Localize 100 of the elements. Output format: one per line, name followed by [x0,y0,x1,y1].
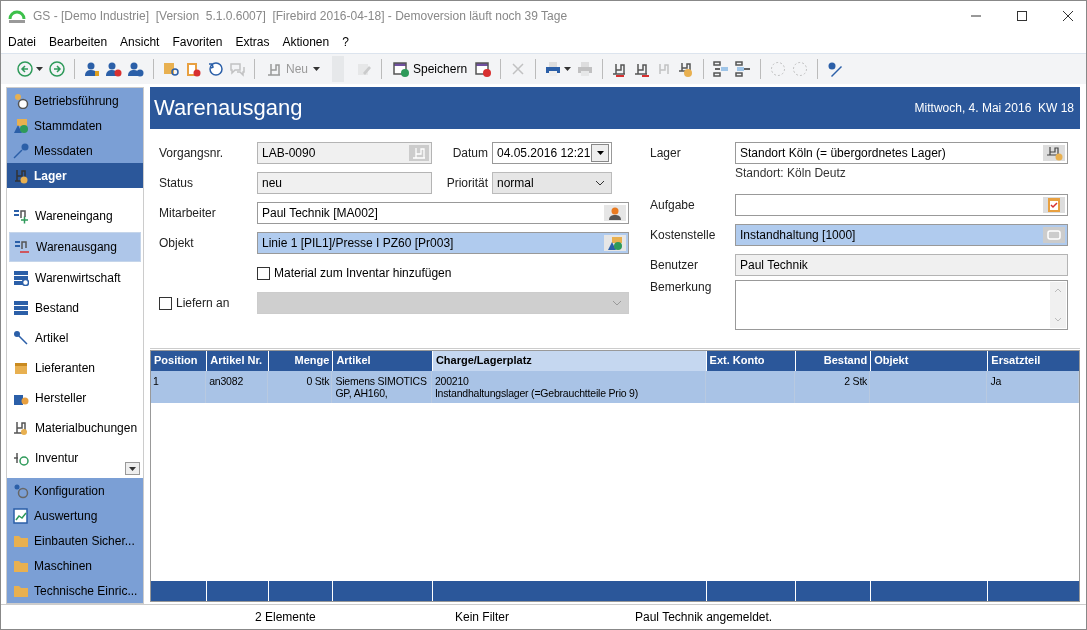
sidebar-item-label: Hersteller [35,391,87,405]
table-cell: 2 Stk [844,375,868,387]
column-header[interactable]: Ext. Konto [706,351,796,371]
maximize-icon[interactable] [1016,10,1028,22]
menu-item[interactable]: Favoriten [172,35,223,49]
clipboard-check-icon[interactable] [1043,197,1065,213]
sidebar-item-label: Materialbuchungen [35,421,138,435]
user-key-icon[interactable] [84,61,100,77]
status-text: Paul Technik angemeldet. [635,610,773,624]
chart-icon [13,507,29,524]
sidebar-item[interactable]: Artikel [9,324,141,352]
input-field[interactable]: Paul Technik [735,254,1068,276]
sidebar-group[interactable]: Konfiguration [7,478,143,503]
hand-truck-icon[interactable] [634,61,651,77]
sidebar-group[interactable]: Messdaten [7,138,143,163]
column-header[interactable]: Menge [269,351,333,371]
toolbar-button[interactable]: Speichern [391,59,470,79]
sidebar-item-label: Wareneingang [35,209,113,223]
sidebar-item[interactable]: Warenwirtschaft [9,264,141,292]
sidebar-item[interactable]: Lieferanten [9,354,141,382]
sidebar-group[interactable]: Technische Einric... [7,578,143,603]
column-header[interactable]: Position [151,351,207,371]
header-date: Mittwoch, 4. Mai 2016 KW 18 [914,101,1074,115]
shapes-icon[interactable] [604,235,626,251]
hand-truck-icon [13,167,29,184]
sidebar-item[interactable]: Inventur [9,444,141,472]
table-row[interactable]: 1 an3082 0 Stk Siemens SIMOTICS GP, AH160, 200210 Instandhaltungslager (=Gebrauchtteile Prio 9) 2 Stk Ja [151,371,1079,403]
sidebar-group[interactable]: Auswertung [7,503,143,528]
sidebar-group[interactable]: Einbauten Sicher... [7,528,143,553]
sidebar-group[interactable]: Maschinen [7,553,143,578]
calendar-close-icon[interactable] [475,61,492,77]
menu-item[interactable]: Aktionen [282,35,330,49]
sidebar-item-label: Bestand [35,301,80,315]
forward-icon[interactable] [49,61,65,77]
sidebar-item[interactable]: Bestand [9,294,141,322]
column-header[interactable]: Bestand [796,351,871,371]
priority-dropdown[interactable]: normal [492,172,612,194]
sidebar-group-label: Maschinen [34,558,93,573]
input-field[interactable]: LAB-0090 [257,142,432,164]
checkbox[interactable]: Material zum Inventar hinzufügen [257,266,452,280]
input-field[interactable]: Linie 1 [PIL1]/Presse I PZ60 [Pr003] [257,232,629,254]
menu-item[interactable]: Extras [235,35,270,49]
worker-icon[interactable] [604,205,626,221]
column-header[interactable]: Ersatzteil [988,351,1079,371]
sidebar-group[interactable]: Betriebsführung [7,88,143,113]
caret-icon[interactable] [36,67,43,71]
input-field[interactable]: Instandhaltung [1000] [735,224,1068,246]
user-remove-icon[interactable] [106,61,122,77]
table-cell: 1 [153,375,159,387]
user-info-icon[interactable] [128,61,144,77]
menu-item[interactable]: Datei [8,35,36,49]
sidebar-group-label: Einbauten Sicher... [34,533,135,548]
sidebar-item[interactable]: Wareneingang [9,202,141,230]
sidebar-item-label: Artikel [35,331,69,345]
hand-truck-icon[interactable] [678,61,695,77]
status-text: Kein Filter [455,610,511,624]
menu-item[interactable]: Bearbeiten [49,35,108,49]
layout-right-icon[interactable] [735,61,752,77]
input-field[interactable]: Standort Köln (= übergordnetes Lager) [735,142,1068,164]
sidebar-item-label: Lieferanten [35,361,96,375]
table-cell: an3082 [209,375,244,387]
sidebar-item[interactable]: Hersteller [9,384,141,412]
close-icon[interactable] [1062,10,1074,22]
menu-item[interactable]: Ansicht [120,35,160,49]
layout-left-icon[interactable] [713,61,730,77]
table-cell: Ja [990,375,1002,387]
sidebar-item[interactable]: Materialbuchungen [9,414,141,442]
sidebar-group-label: Auswertung [34,508,98,523]
sidebar-group[interactable]: Stammdaten [7,113,143,138]
summary-cell [207,581,269,601]
menu-item[interactable]: ? [342,35,349,49]
dropdown-button[interactable] [591,144,609,162]
hand-truck-icon[interactable] [1043,145,1065,161]
sidebar-item[interactable]: Warenausgang [9,232,141,262]
box-icon [13,360,29,376]
caret-icon[interactable] [313,67,320,71]
printer-icon[interactable] [545,61,562,77]
sidebar-group-label: Stammdaten [34,118,103,133]
column-header[interactable]: Artikel [333,351,432,371]
column-header[interactable]: Artikel Nr. [207,351,269,371]
scroll-down-button[interactable] [125,462,140,475]
status-text: 2 Elemente [255,610,317,624]
input-field[interactable]: Paul Technik [MA002] [257,202,629,224]
date-field[interactable]: 04.05.2016 12:21 [492,142,612,164]
summary-cell [269,581,333,601]
clipboard-alert-icon[interactable] [185,61,201,77]
caret-icon[interactable] [564,67,572,71]
sidebar-group[interactable]: Lager [7,163,143,188]
remark-field[interactable] [735,280,1068,330]
table-cell: Siemens SIMOTICS GP, AH160, [335,375,427,399]
column-header[interactable]: Objekt [871,351,988,371]
server-icon [13,270,29,286]
location-text: Standort: Köln Deutz [735,166,846,180]
field-label: Objekt [159,236,195,250]
caret-icon [596,151,604,155]
chevron-down-icon [595,180,605,186]
input-field[interactable]: neu [257,172,432,194]
column-header[interactable]: Charge/Lagerplatz [432,351,706,371]
sidebar-item-label: Inventur [35,451,79,465]
input-field[interactable] [735,194,1068,216]
